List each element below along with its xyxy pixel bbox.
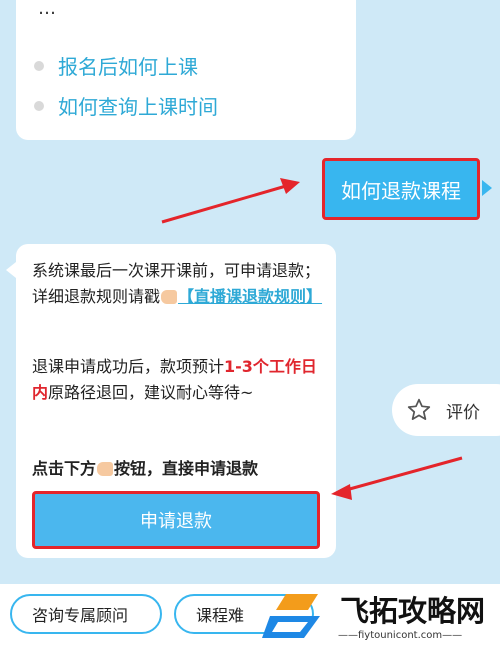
- annotation-arrowhead-2: [331, 484, 352, 500]
- annotation-arrow-1: [161, 184, 287, 224]
- annotation-arrowhead-1: [280, 178, 300, 194]
- annotation-arrows: [161, 178, 463, 500]
- annotation-arrow-2: [345, 456, 463, 492]
